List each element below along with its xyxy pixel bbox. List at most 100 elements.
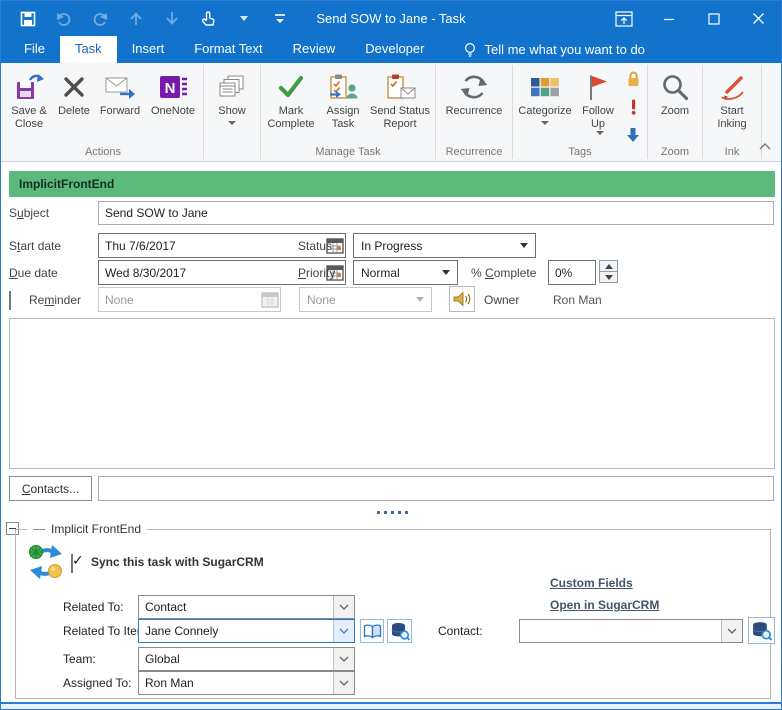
reminder-checkbox[interactable]: [9, 291, 11, 310]
chevron-down-icon: [721, 620, 742, 642]
group-label-tags: Tags: [513, 146, 647, 158]
team-dropdown[interactable]: Global: [138, 647, 355, 671]
open-in-sugarcrm-link[interactable]: Open in SugarCRM: [550, 598, 659, 612]
touch-mode-dropdown-icon[interactable]: [233, 8, 255, 30]
move-down-icon[interactable]: [161, 8, 183, 30]
notes-area[interactable]: [9, 318, 775, 469]
reminder-calendar-icon: [258, 288, 280, 311]
reminder-time-dropdown[interactable]: None: [299, 287, 432, 312]
assign-task-button[interactable]: Assign Task: [319, 66, 367, 144]
tab-task[interactable]: Task: [60, 36, 117, 63]
reminder-date-field[interactable]: None: [98, 287, 281, 312]
chevron-down-icon: [333, 620, 354, 642]
send-status-report-icon: [385, 69, 416, 105]
touch-mode-icon[interactable]: [197, 8, 219, 30]
ribbon-group-zoom: Zoom Zoom: [648, 65, 703, 159]
delete-icon: [62, 69, 86, 105]
forward-button[interactable]: Forward: [95, 66, 145, 144]
onenote-icon: N: [158, 69, 189, 105]
minimize-button[interactable]: [646, 1, 691, 36]
assigned-to-dropdown[interactable]: Ron Man: [138, 671, 355, 695]
zoom-icon: [661, 69, 689, 105]
start-date-value: Thu 7/6/2017: [105, 239, 176, 253]
maximize-button[interactable]: [691, 1, 736, 36]
high-importance-icon[interactable]: [630, 99, 637, 120]
sugarcrm-sync-icon: [27, 543, 65, 586]
sync-checkbox[interactable]: [71, 554, 73, 573]
tab-insert[interactable]: Insert: [117, 36, 180, 63]
tab-file[interactable]: File: [9, 36, 60, 63]
assign-task-icon: [328, 69, 358, 105]
dropdown-arrow-icon: [541, 121, 549, 125]
contacts-input[interactable]: [98, 476, 774, 501]
speaker-icon: [452, 290, 472, 308]
categorize-button[interactable]: Categorize: [515, 66, 575, 144]
custom-fields-link[interactable]: Custom Fields: [550, 576, 633, 590]
low-importance-icon[interactable]: [626, 127, 640, 148]
related-to-dropdown[interactable]: Contact: [138, 595, 355, 619]
reminder-sound-button[interactable]: [449, 286, 475, 312]
ribbon-group-manage-task: Mark Complete Assign Task Send Status Re…: [261, 65, 436, 159]
tab-developer[interactable]: Developer: [350, 36, 439, 63]
show-icon: [219, 69, 245, 105]
infobar: ImplicitFrontEnd: [9, 171, 775, 197]
customize-qat-icon[interactable]: [269, 8, 291, 30]
tab-format-text[interactable]: Format Text: [179, 36, 277, 63]
window-bottom-strip: [1, 704, 782, 710]
related-to-label: Related To:: [63, 600, 124, 614]
assigned-to-label: Assigned To:: [63, 676, 132, 690]
follow-up-button[interactable]: Follow Up: [575, 66, 621, 144]
database-search-icon: [751, 621, 772, 641]
recurrence-button[interactable]: Recurrence: [438, 66, 510, 144]
delete-button[interactable]: Delete: [53, 66, 95, 144]
percent-complete-spinner: [599, 260, 618, 283]
collapse-ribbon-button[interactable]: [759, 137, 771, 155]
mark-complete-button[interactable]: Mark Complete: [263, 66, 319, 144]
reminder-date-value: None: [105, 293, 134, 307]
undo-icon[interactable]: [53, 8, 75, 30]
subject-input[interactable]: [98, 201, 774, 225]
contacts-button[interactable]: Contacts...: [9, 476, 92, 501]
status-dropdown[interactable]: In Progress: [353, 233, 536, 258]
task-form: ImplicitFrontEnd Subject Start date Thu …: [1, 162, 781, 710]
private-lock-icon[interactable]: [626, 70, 641, 92]
address-book-button[interactable]: [360, 619, 384, 643]
tell-me-box[interactable]: Tell me what you want to do: [453, 36, 654, 63]
categorize-icon: [530, 69, 560, 105]
priority-label: Priority: [298, 266, 335, 280]
contact-dropdown[interactable]: [519, 619, 743, 643]
percent-complete-value: 0%: [555, 266, 572, 280]
redo-icon[interactable]: [89, 8, 111, 30]
spin-down-button[interactable]: [599, 271, 618, 283]
group-label-zoom: Zoom: [648, 146, 702, 158]
chevron-down-icon: [333, 672, 354, 694]
zoom-button[interactable]: Zoom: [650, 66, 700, 144]
tab-review[interactable]: Review: [278, 36, 351, 63]
recurrence-icon: [459, 69, 489, 105]
related-to-item-dropdown[interactable]: Jane Connely: [138, 619, 355, 643]
chevron-down-icon: [333, 596, 354, 618]
close-button[interactable]: [736, 1, 781, 36]
priority-dropdown[interactable]: Normal: [353, 260, 458, 285]
contact-search-button[interactable]: [748, 617, 775, 644]
chevron-down-icon: [333, 648, 354, 670]
percent-complete-field[interactable]: 0%: [548, 260, 596, 285]
show-button[interactable]: Show: [206, 66, 258, 144]
team-label: Team:: [63, 652, 96, 666]
ribbon: Save & Close Delete Forward N OneNote: [1, 63, 781, 162]
send-status-report-button[interactable]: Send Status Report: [367, 66, 433, 144]
save-and-close-button[interactable]: Save & Close: [5, 66, 53, 144]
infobar-text: ImplicitFrontEnd: [19, 177, 114, 191]
tags-mini-buttons: [621, 66, 645, 144]
reminder-time-value: None: [307, 293, 336, 307]
addin-section-title: Implicit FrontEnd: [27, 522, 147, 536]
start-inking-button[interactable]: Start Inking: [705, 66, 759, 144]
group-label-recurrence: Recurrence: [436, 146, 512, 158]
save-icon[interactable]: [17, 8, 39, 30]
ribbon-display-options-icon[interactable]: [601, 1, 646, 36]
splitter-handle[interactable]: [1, 508, 782, 516]
move-up-icon[interactable]: [125, 8, 147, 30]
title-bar: Send SOW to Jane - Task: [1, 1, 781, 36]
sugarcrm-search-button[interactable]: [387, 619, 412, 643]
onenote-button[interactable]: N OneNote: [145, 66, 201, 144]
